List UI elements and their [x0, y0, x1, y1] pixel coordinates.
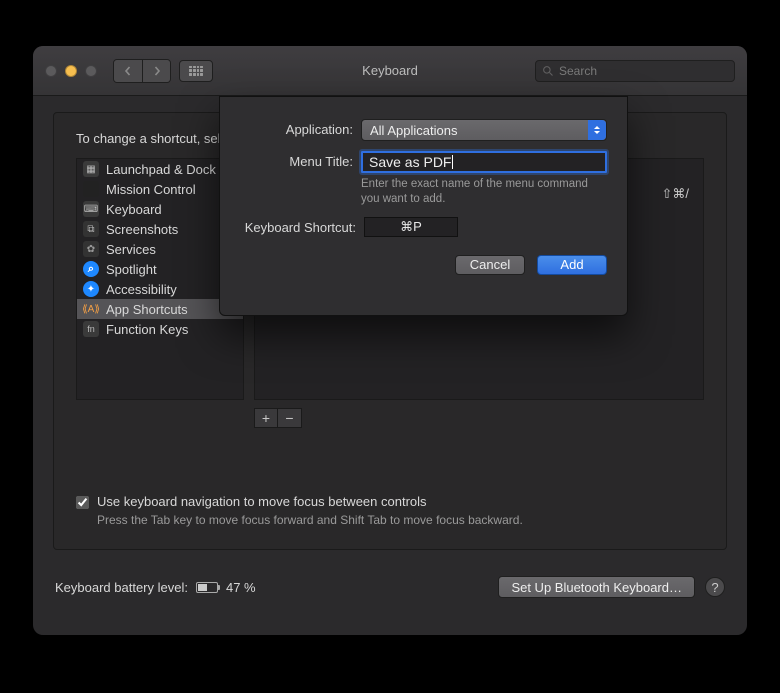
- keyboard-nav-label: Use keyboard navigation to move focus be…: [97, 494, 523, 509]
- mission-control-icon: [83, 181, 99, 197]
- keyboard-nav-sub: Press the Tab key to move focus forward …: [97, 513, 523, 527]
- show-all-button[interactable]: [179, 60, 213, 82]
- fn-icon: fn: [83, 321, 99, 337]
- services-icon: ✿: [83, 241, 99, 257]
- app-shortcuts-icon: ⟪A⟫: [83, 301, 99, 317]
- sidebar-item-label: Function Keys: [106, 322, 188, 337]
- screenshot-icon: ⧉: [83, 221, 99, 237]
- launchpad-icon: ▦: [83, 161, 99, 177]
- sidebar-item-label: Mission Control: [106, 182, 196, 197]
- shortcut-value: ⌘P: [400, 219, 422, 235]
- search-placeholder: Search: [559, 64, 597, 78]
- sidebar-item-label: Spotlight: [106, 262, 157, 277]
- menu-title-field[interactable]: Save as PDF: [361, 151, 607, 173]
- sidebar-item-label: Screenshots: [106, 222, 178, 237]
- help-button[interactable]: ?: [705, 577, 725, 597]
- search-field[interactable]: Search: [535, 60, 735, 82]
- close-window-button[interactable]: [45, 65, 57, 77]
- sidebar-item-label: Accessibility: [106, 282, 177, 297]
- minimize-window-button[interactable]: [65, 65, 77, 77]
- spotlight-icon: ⌕: [83, 261, 99, 277]
- setup-bluetooth-button[interactable]: Set Up Bluetooth Keyboard…: [498, 576, 695, 598]
- sidebar-item-label: Services: [106, 242, 156, 257]
- add-shortcut-sheet: Application: All Applications Menu Title…: [219, 96, 628, 316]
- zoom-window-button[interactable]: [85, 65, 97, 77]
- keyboard-nav-checkbox[interactable]: [76, 496, 89, 509]
- sidebar-item-label: Launchpad & Dock: [106, 162, 216, 177]
- add-button[interactable]: Add: [537, 255, 607, 275]
- sidebar-item-label: App Shortcuts: [106, 302, 188, 317]
- forward-button[interactable]: [142, 60, 170, 82]
- cancel-button[interactable]: Cancel: [455, 255, 525, 275]
- add-remove-buttons: + −: [254, 408, 704, 428]
- remove-shortcut-button[interactable]: −: [278, 408, 302, 428]
- menu-title-value: Save as PDF: [369, 154, 451, 170]
- sidebar-item-function-keys[interactable]: fn Function Keys: [77, 319, 243, 339]
- keyboard-icon: ⌨: [83, 201, 99, 217]
- back-button[interactable]: [114, 60, 142, 82]
- battery-icon: [196, 582, 218, 593]
- battery-label: Keyboard battery level:: [55, 580, 188, 595]
- accessibility-icon: ✦: [83, 281, 99, 297]
- sidebar-item-label: Keyboard: [106, 202, 162, 217]
- toolbar: Keyboard Search: [33, 46, 747, 96]
- popup-arrows-icon: [588, 120, 606, 140]
- application-popup[interactable]: All Applications: [361, 119, 607, 141]
- window-controls: [45, 65, 97, 77]
- add-shortcut-button[interactable]: +: [254, 408, 278, 428]
- application-value: All Applications: [370, 123, 457, 138]
- search-icon: [542, 65, 554, 77]
- nav-buttons: [113, 59, 171, 83]
- shortcut-field[interactable]: ⌘P: [364, 217, 458, 237]
- shortcut-display: ⇧⌘/: [661, 186, 689, 202]
- application-label: Application:: [240, 119, 361, 137]
- shortcut-label: Keyboard Shortcut:: [240, 217, 364, 235]
- menu-title-label: Menu Title:: [240, 151, 361, 169]
- preferences-window: Keyboard Search To change a shortcut, se…: [33, 46, 747, 635]
- menu-title-hint: Enter the exact name of the menu command…: [361, 177, 607, 207]
- battery-percent: 47 %: [226, 580, 256, 595]
